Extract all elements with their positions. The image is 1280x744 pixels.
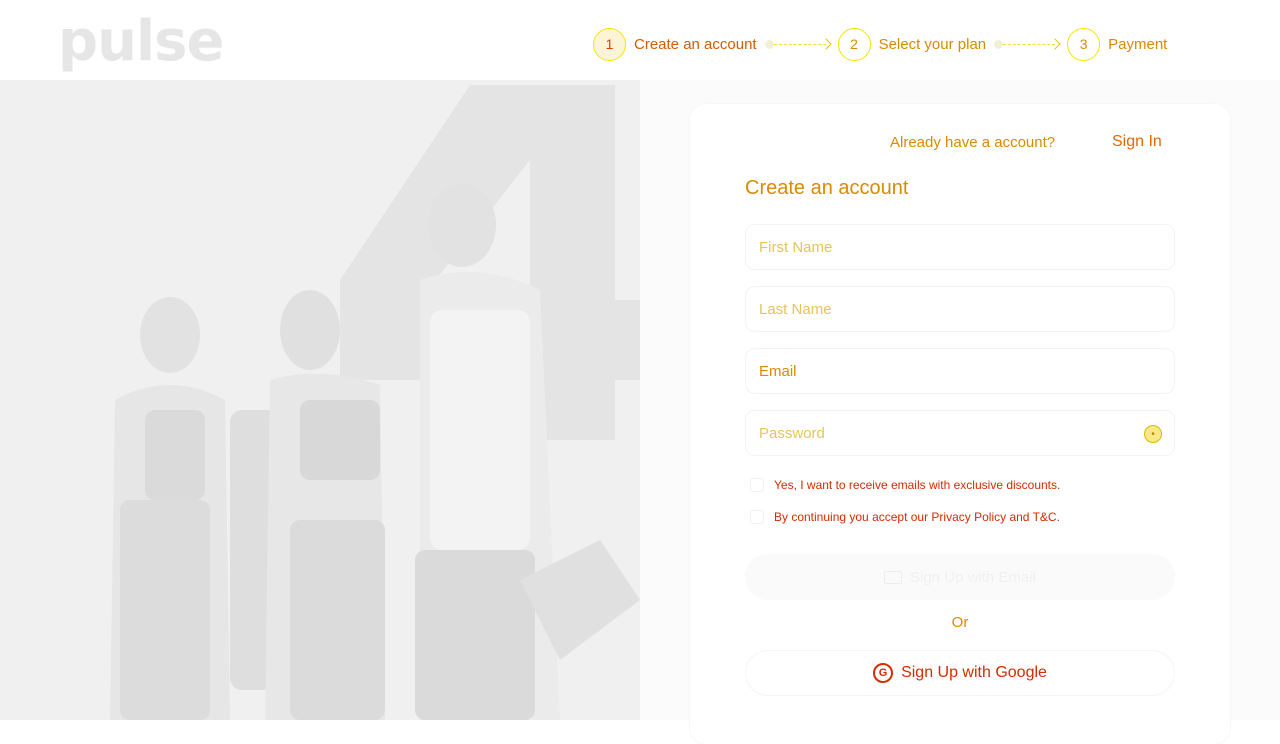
step-label-payment: Payment — [1108, 35, 1168, 53]
marketing-checkbox-label: Yes, I want to receive emails with exclu… — [774, 478, 1061, 492]
step-connector — [764, 38, 832, 50]
terms-checkbox-row: By continuing you accept our Privacy Pol… — [750, 510, 1060, 524]
marketing-checkbox-row: Yes, I want to receive emails with exclu… — [750, 478, 1060, 492]
connector-dot — [994, 39, 1004, 49]
mail-icon — [884, 570, 903, 584]
google-icon: G — [873, 663, 894, 683]
last-name-input[interactable] — [759, 300, 1139, 318]
first-name-field — [745, 224, 1175, 270]
password-field: • — [745, 410, 1175, 456]
password-input[interactable] — [759, 424, 1139, 442]
last-name-field — [745, 286, 1175, 332]
hero-photo — [0, 80, 640, 720]
first-name-input[interactable] — [759, 238, 1139, 256]
connector-dot — [764, 39, 774, 49]
step-payment: 3 Payment — [1067, 27, 1168, 61]
sign-in-link[interactable]: Sign In — [1112, 133, 1162, 151]
step-number-1: 1 — [593, 27, 626, 61]
step-label-create-account: Create an account — [634, 35, 757, 53]
step-number-3: 3 — [1067, 27, 1101, 61]
terms-checkbox-label: By continuing you accept our Privacy Pol… — [774, 510, 1060, 524]
marketing-checkbox[interactable] — [750, 478, 764, 492]
sign-up-email-label: Sign Up with Email — [910, 568, 1036, 586]
form-title: Create an account — [745, 177, 909, 199]
brand-logo[interactable]: pulse — [58, 10, 224, 74]
terms-checkbox[interactable] — [750, 510, 764, 524]
chevron-right-icon — [819, 38, 832, 50]
chevron-right-icon — [1049, 38, 1061, 50]
step-connector — [994, 38, 1061, 50]
connector-dash — [1003, 43, 1056, 45]
step-select-plan: 2 Select your plan — [837, 27, 987, 61]
sign-up-google-label: Sign Up with Google — [901, 664, 1047, 681]
fitness-people-illustration — [0, 80, 640, 720]
step-label-select-plan: Select your plan — [878, 35, 987, 53]
top-header: pulse 1 Create an account 2 Select your … — [0, 0, 1280, 80]
connector-dash — [773, 43, 826, 45]
email-input[interactable] — [759, 362, 1139, 380]
signup-card: Already have a account? Sign In Create a… — [690, 104, 1230, 744]
already-have-account-text: Already have a account? — [890, 134, 1056, 151]
step-number-2: 2 — [837, 27, 871, 61]
eye-icon[interactable]: • — [1144, 425, 1162, 443]
or-divider-text: Or — [951, 614, 969, 631]
signup-stepper: 1 Create an account 2 Select your plan 3… — [593, 27, 1167, 61]
sign-up-google-button[interactable]: G Sign Up with Google — [745, 650, 1175, 696]
sign-up-email-button[interactable]: Sign Up with Email — [745, 554, 1175, 600]
email-field — [745, 348, 1175, 394]
step-create-account: 1 Create an account — [593, 27, 757, 61]
